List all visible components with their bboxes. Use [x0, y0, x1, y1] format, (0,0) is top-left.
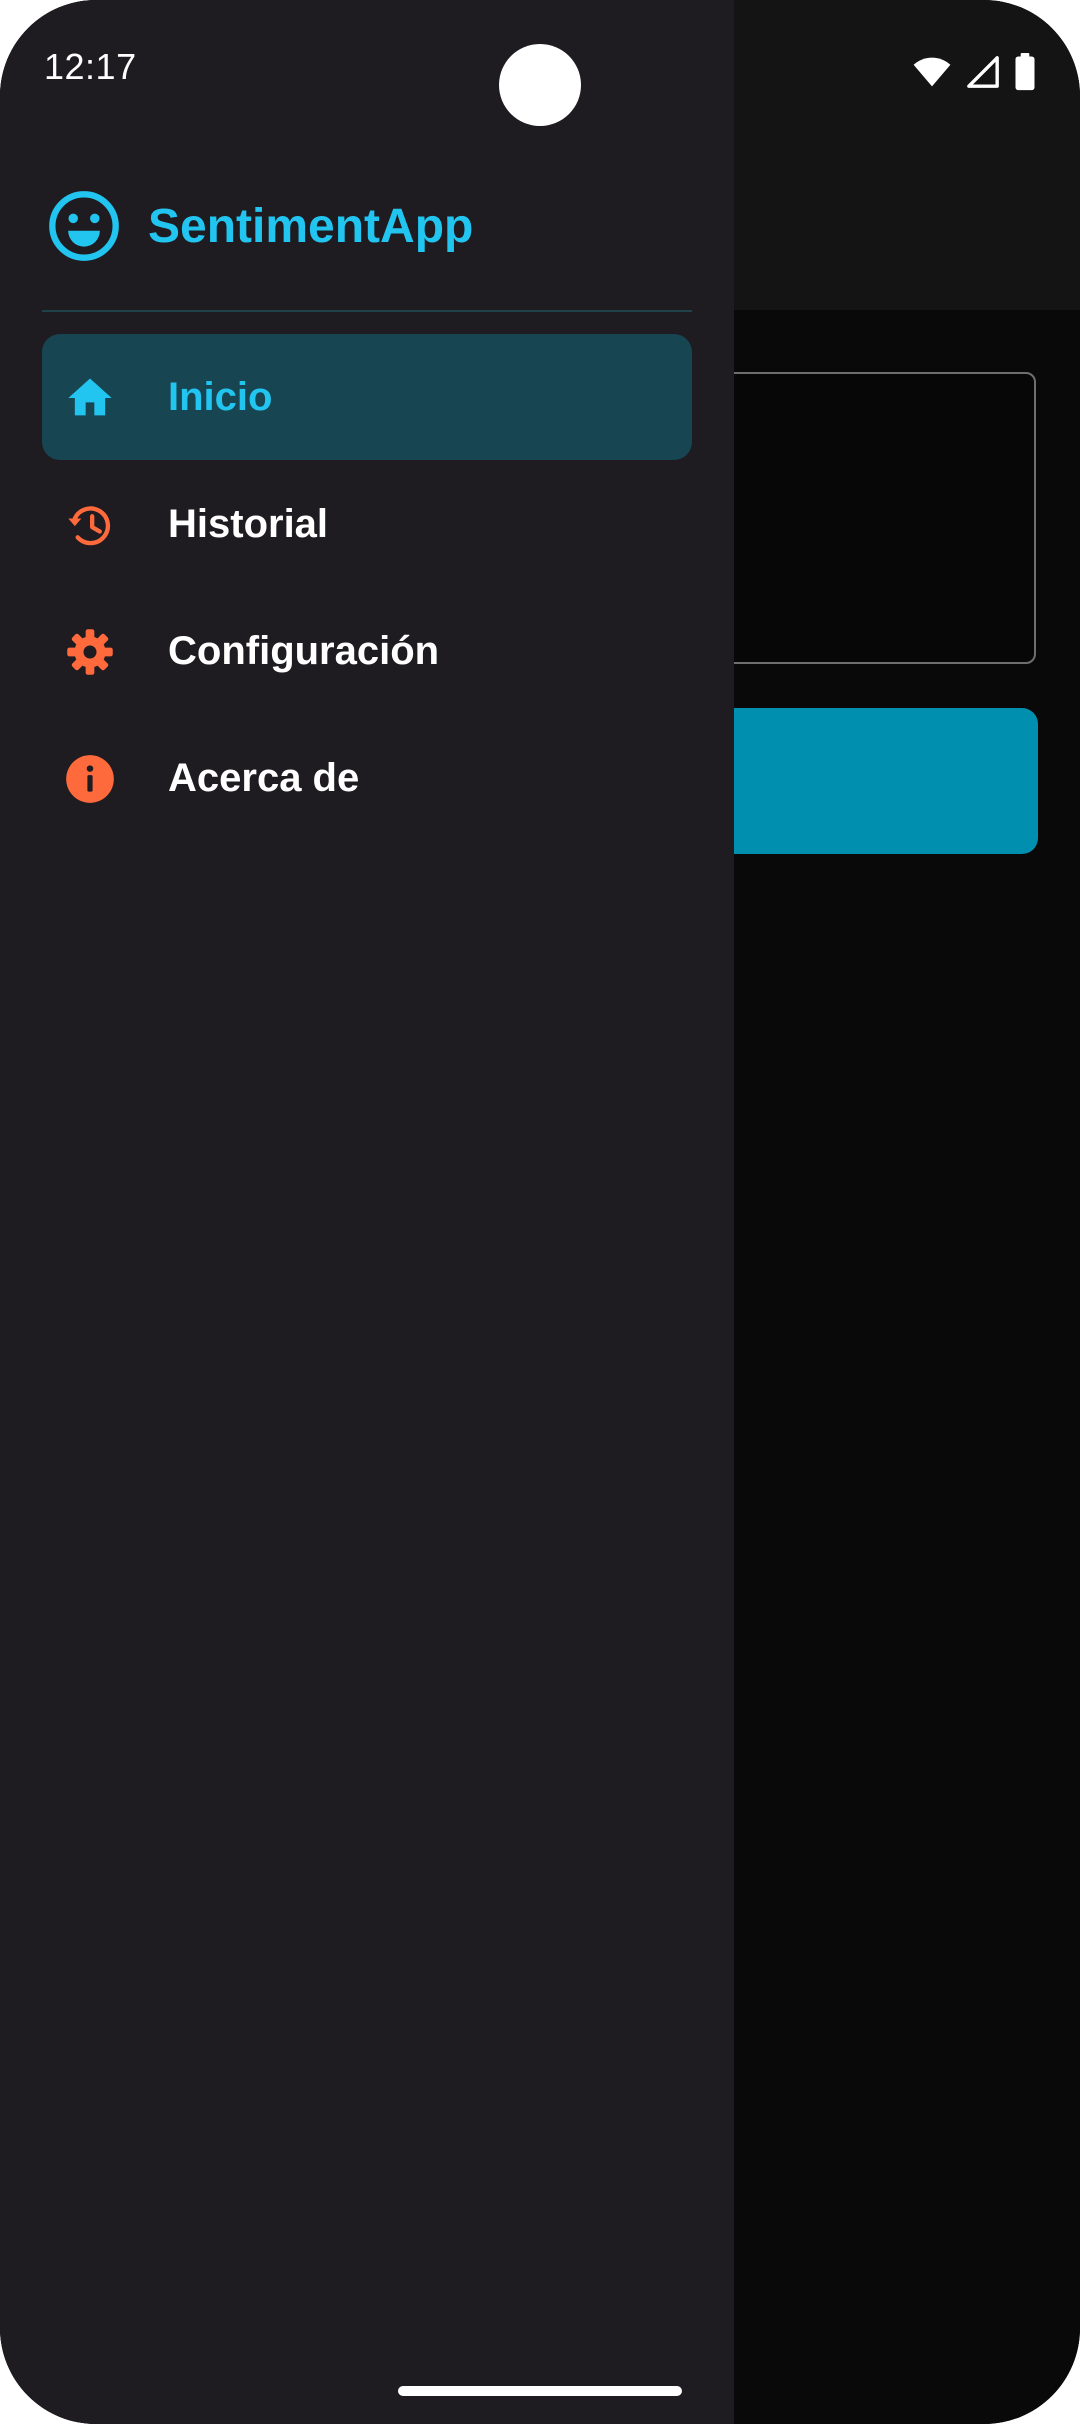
info-icon [66, 755, 114, 803]
drawer-divider [42, 310, 692, 312]
device-screen: SentimentApp Inicio Historial Configurac… [0, 0, 1080, 2424]
gear-icon [67, 629, 113, 675]
status-time: 12:17 [44, 46, 137, 87]
nav-item-label: Acerca de [168, 755, 360, 800]
nav-item-inicio[interactable]: Inicio [42, 334, 692, 460]
home-icon [68, 378, 112, 416]
app-title: SentimentApp [148, 199, 474, 253]
history-icon [68, 506, 111, 546]
signal-icon [967, 56, 999, 88]
battery-icon [1015, 53, 1035, 91]
status-icons [912, 52, 1036, 92]
nav-item-acerca-de[interactable]: Acerca de [42, 715, 692, 841]
nav-item-configuracion[interactable]: Configuración [42, 588, 692, 714]
nav-item-label: Inicio [168, 374, 273, 419]
nav-item-label: Historial [168, 501, 329, 546]
gesture-navigation-bar[interactable] [398, 2386, 682, 2396]
navigation-drawer: SentimentApp Inicio Historial Configurac… [0, 0, 734, 2424]
status-bar: 12:17 [0, 0, 1080, 140]
nav-item-historial[interactable]: Historial [42, 461, 692, 587]
wifi-icon [913, 57, 951, 87]
camera-cutout [499, 44, 581, 126]
smiley-face-icon [49, 191, 119, 261]
nav-item-label: Configuración [168, 628, 440, 673]
drawer-header: SentimentApp [46, 188, 473, 264]
